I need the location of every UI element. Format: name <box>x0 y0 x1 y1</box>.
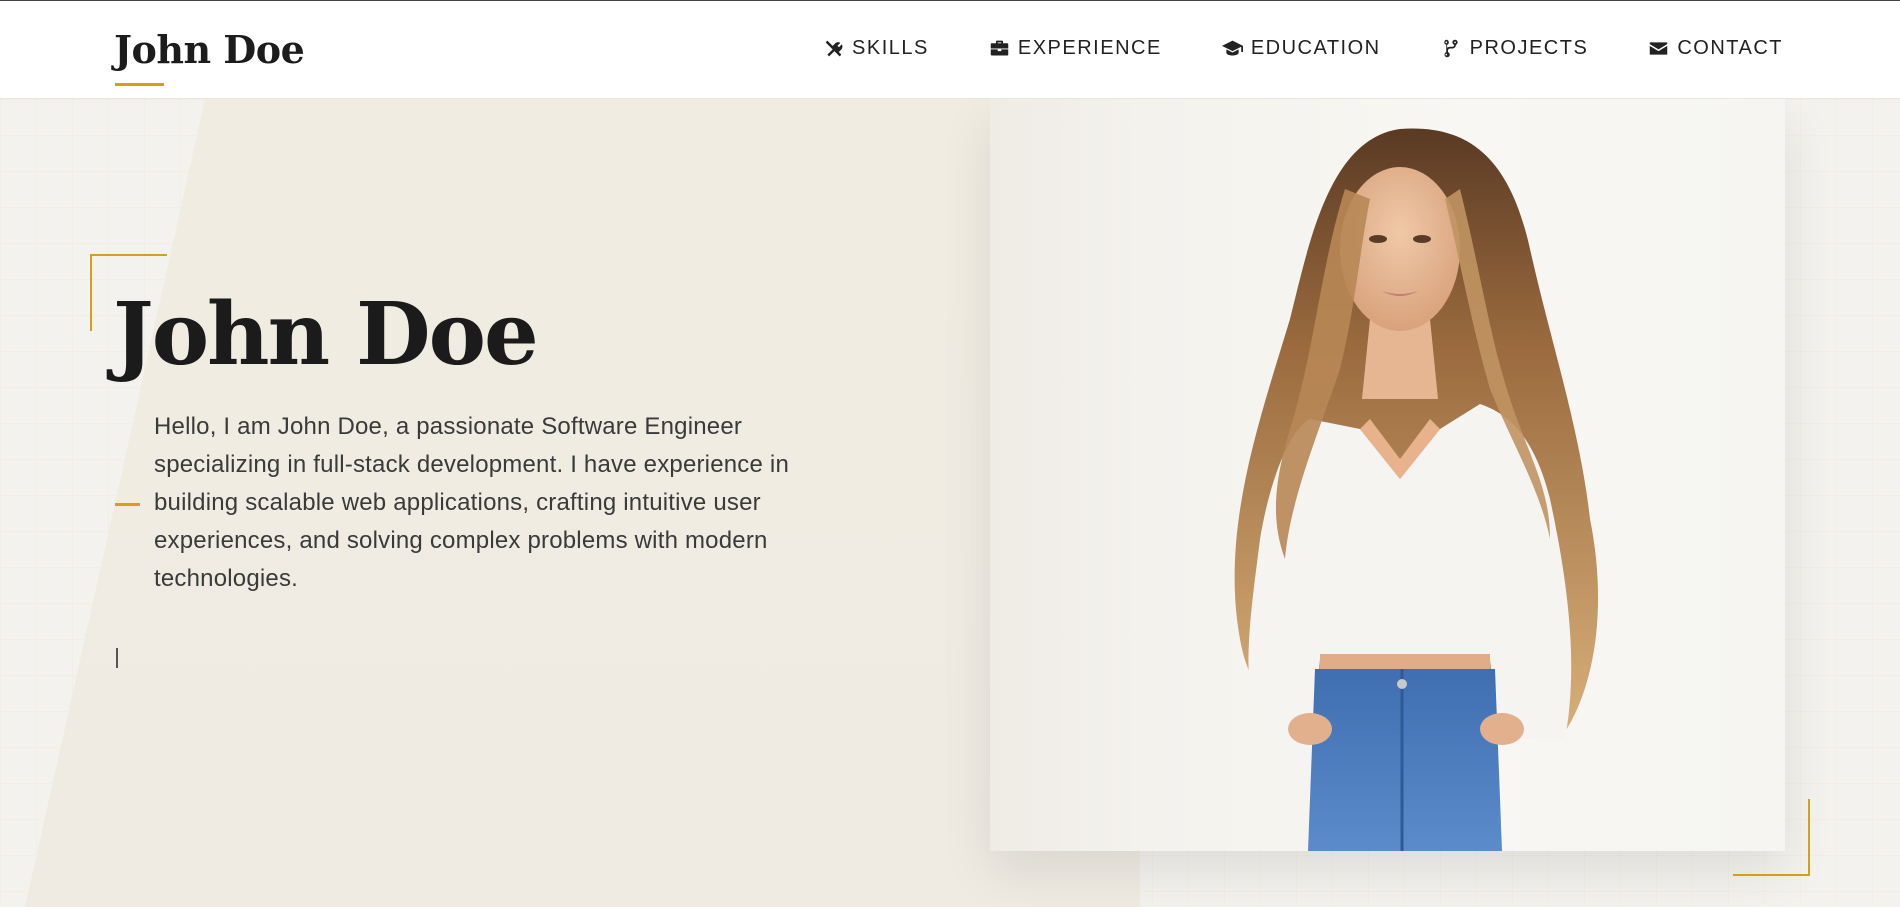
nav-experience-label: EXPERIENCE <box>1017 37 1162 59</box>
graduation-cap-icon <box>1221 38 1243 59</box>
nav-education[interactable]: EDUCATION <box>1221 37 1381 60</box>
logo-underline <box>115 83 164 86</box>
nav-education-label: EDUCATION <box>1250 37 1381 59</box>
corner-accent-top-left-vertical <box>90 254 92 331</box>
site-logo[interactable]: John Doe <box>114 27 305 72</box>
hero-section: John Doe Hello, I am John Doe, a passion… <box>0 99 1900 907</box>
bio-accent-dash <box>115 503 140 506</box>
code-branch-icon <box>1441 38 1462 59</box>
typing-cursor <box>116 648 118 668</box>
site-header: John Doe SKILLS EXPERIENCE EDUCATION PRO… <box>0 1 1900 99</box>
portrait-photo <box>990 99 1785 851</box>
nav-skills-label: SKILLS <box>852 37 929 59</box>
hero-bio: Hello, I am John Doe, a passionate Softw… <box>154 413 790 592</box>
main-nav: SKILLS EXPERIENCE EDUCATION PROJECTS CON… <box>823 37 1783 60</box>
briefcase-icon <box>989 38 1010 59</box>
envelope-icon <box>1648 38 1669 59</box>
nav-projects[interactable]: PROJECTS <box>1441 37 1589 60</box>
corner-accent-top-left <box>90 254 167 256</box>
nav-contact-label: CONTACT <box>1677 37 1783 59</box>
hero-name: John Doe <box>113 284 539 385</box>
corner-accent-bottom-right <box>1733 874 1810 876</box>
nav-skills[interactable]: SKILLS <box>823 37 929 60</box>
corner-accent-bottom-right-vertical <box>1808 799 1810 876</box>
nav-contact[interactable]: CONTACT <box>1648 37 1783 60</box>
tools-icon <box>823 38 844 59</box>
nav-experience[interactable]: EXPERIENCE <box>989 37 1162 60</box>
nav-projects-label: PROJECTS <box>1469 37 1589 59</box>
